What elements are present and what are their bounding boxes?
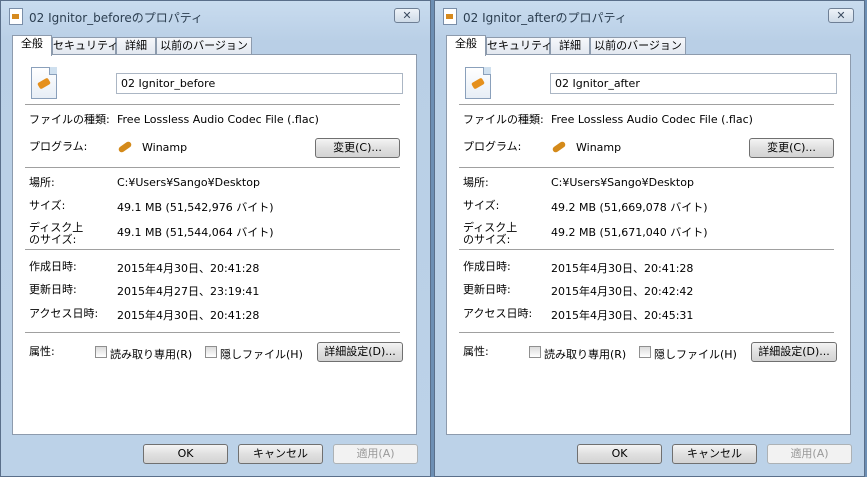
cancel-button[interactable]: キャンセル — [238, 444, 323, 464]
tab-general[interactable]: 全般 — [446, 35, 486, 56]
properties-dialog-after: 02 Ignitor_afterのプロパティ ✕ 全般 セキュリティ 詳細 以前… — [434, 0, 865, 477]
file-name-input[interactable]: 02 Ignitor_before — [116, 73, 403, 94]
modified-value: 2015年4月27日、23:19:41 — [117, 285, 260, 298]
program-label: プログラム: — [463, 140, 522, 153]
location-label: 場所: — [463, 176, 489, 189]
created-value: 2015年4月30日、20:41:28 — [117, 262, 260, 275]
created-value: 2015年4月30日、20:41:28 — [551, 262, 694, 275]
ok-button[interactable]: OK — [143, 444, 228, 464]
modified-label: 更新日時: — [463, 283, 511, 296]
tab-security[interactable]: セキュリティ — [52, 37, 118, 55]
tab-details[interactable]: 詳細 — [550, 37, 590, 55]
attributes-label: 属性: — [463, 345, 489, 358]
general-panel: 02 Ignitor_after ファイルの種類: Free Lossless … — [446, 54, 851, 435]
program-label: プログラム: — [29, 140, 88, 153]
size-on-disk-value: 49.2 MB (51,671,040 バイト) — [551, 226, 708, 239]
location-value: C:¥Users¥Sango¥Desktop — [117, 176, 260, 189]
file-type-value: Free Lossless Audio Codec File (.flac) — [117, 113, 319, 126]
close-button[interactable]: ✕ — [394, 8, 420, 23]
winamp-icon — [117, 139, 133, 155]
location-value: C:¥Users¥Sango¥Desktop — [551, 176, 694, 189]
hidden-label[interactable]: 隠しファイル(H) — [220, 346, 303, 362]
divider — [459, 167, 834, 169]
accessed-value: 2015年4月30日、20:41:28 — [117, 309, 260, 322]
size-value: 49.2 MB (51,669,078 バイト) — [551, 201, 708, 214]
attributes-label: 属性: — [29, 345, 55, 358]
cancel-button[interactable]: キャンセル — [672, 444, 757, 464]
size-on-disk-label-line2: のサイズ: — [463, 233, 511, 246]
divider — [459, 332, 834, 334]
divider — [459, 104, 834, 106]
readonly-checkbox[interactable] — [95, 346, 107, 358]
tab-general[interactable]: 全般 — [12, 35, 52, 56]
size-on-disk-label-line2: のサイズ: — [29, 233, 77, 246]
file-name-input[interactable]: 02 Ignitor_after — [550, 73, 837, 94]
file-icon — [9, 8, 23, 25]
window-title: 02 Ignitor_afterのプロパティ — [463, 11, 627, 25]
accessed-value: 2015年4月30日、20:45:31 — [551, 309, 694, 322]
winamp-icon — [551, 139, 567, 155]
file-type-label: ファイルの種類: — [29, 113, 110, 126]
tab-security[interactable]: セキュリティ — [486, 37, 552, 55]
properties-dialog-before: 02 Ignitor_beforeのプロパティ ✕ 全般 セキュリティ 詳細 以… — [0, 0, 431, 477]
readonly-label[interactable]: 読み取り専用(R) — [110, 346, 192, 362]
accessed-label: アクセス日時: — [463, 307, 533, 320]
flac-file-icon — [465, 67, 491, 99]
apply-button[interactable]: 適用(A) — [333, 444, 418, 464]
tab-previous-versions[interactable]: 以前のバージョン — [156, 37, 252, 55]
tab-previous-versions[interactable]: 以前のバージョン — [590, 37, 686, 55]
divider — [25, 332, 400, 334]
accessed-label: アクセス日時: — [29, 307, 99, 320]
hidden-checkbox[interactable] — [639, 346, 651, 358]
modified-value: 2015年4月30日、20:42:42 — [551, 285, 694, 298]
divider — [25, 104, 400, 106]
size-label: サイズ: — [463, 199, 500, 212]
divider — [25, 249, 400, 251]
size-label: サイズ: — [29, 199, 66, 212]
general-panel: 02 Ignitor_before ファイルの種類: Free Lossless… — [12, 54, 417, 435]
program-value: Winamp — [576, 141, 622, 154]
file-type-label: ファイルの種類: — [463, 113, 544, 126]
readonly-label[interactable]: 読み取り専用(R) — [544, 346, 626, 362]
size-on-disk-value: 49.1 MB (51,544,064 バイト) — [117, 226, 274, 239]
tab-details[interactable]: 詳細 — [116, 37, 156, 55]
flac-file-icon — [31, 67, 57, 99]
title-bar[interactable]: 02 Ignitor_beforeのプロパティ ✕ — [1, 1, 430, 31]
modified-label: 更新日時: — [29, 283, 77, 296]
size-value: 49.1 MB (51,542,976 バイト) — [117, 201, 274, 214]
file-icon — [443, 8, 457, 25]
change-program-button[interactable]: 変更(C)... — [749, 138, 834, 158]
program-value: Winamp — [142, 141, 188, 154]
created-label: 作成日時: — [463, 260, 511, 273]
window-title: 02 Ignitor_beforeのプロパティ — [29, 11, 204, 25]
file-type-value: Free Lossless Audio Codec File (.flac) — [551, 113, 753, 126]
ok-button[interactable]: OK — [577, 444, 662, 464]
divider — [25, 167, 400, 169]
hidden-checkbox[interactable] — [205, 346, 217, 358]
title-bar[interactable]: 02 Ignitor_afterのプロパティ ✕ — [435, 1, 864, 31]
divider — [459, 249, 834, 251]
advanced-button[interactable]: 詳細設定(D)... — [317, 342, 403, 362]
close-button[interactable]: ✕ — [828, 8, 854, 23]
location-label: 場所: — [29, 176, 55, 189]
advanced-button[interactable]: 詳細設定(D)... — [751, 342, 837, 362]
created-label: 作成日時: — [29, 260, 77, 273]
hidden-label[interactable]: 隠しファイル(H) — [654, 346, 737, 362]
change-program-button[interactable]: 変更(C)... — [315, 138, 400, 158]
apply-button[interactable]: 適用(A) — [767, 444, 852, 464]
readonly-checkbox[interactable] — [529, 346, 541, 358]
